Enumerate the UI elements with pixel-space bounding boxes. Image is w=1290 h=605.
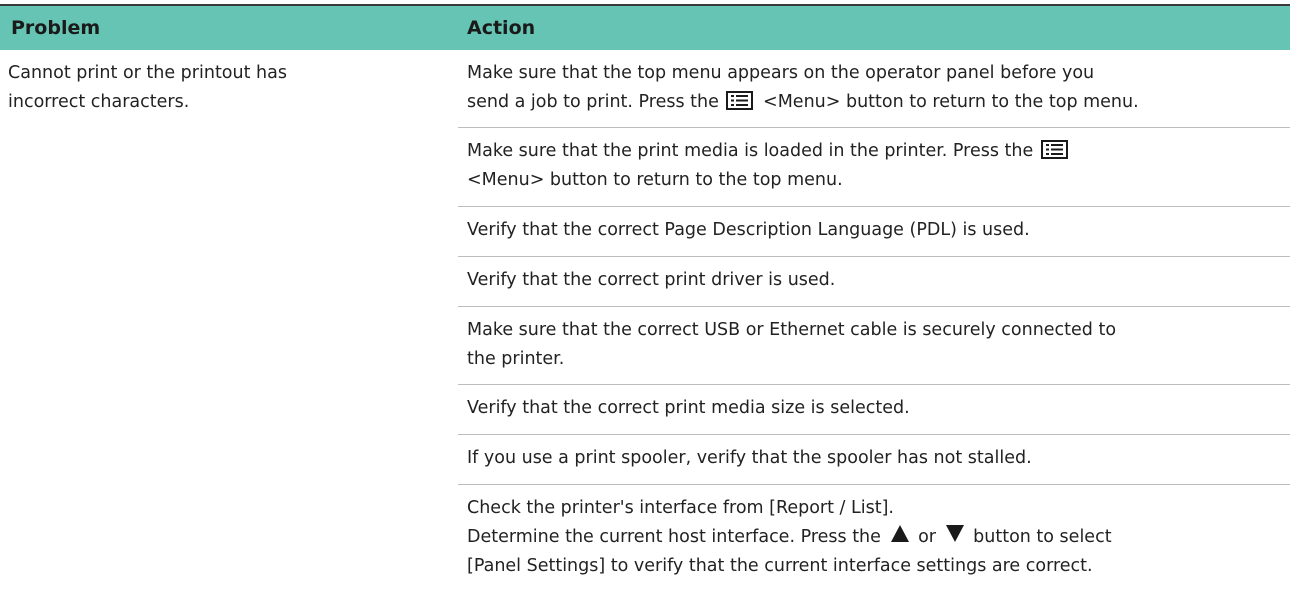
problem-text-line: Cannot print or the printout has bbox=[8, 63, 287, 83]
action-text-line: Make sure that the print media is loaded… bbox=[467, 137, 1282, 166]
action-text: [Panel Settings] to verify that the curr… bbox=[467, 556, 1093, 576]
action-text: <Menu> button to return to the top menu. bbox=[763, 92, 1139, 112]
action-text: Verify that the correct print media size… bbox=[467, 398, 910, 418]
action-text: If you use a print spooler, verify that … bbox=[467, 448, 1032, 468]
action-text: Make sure that the correct USB or Ethern… bbox=[467, 320, 1117, 340]
action-cell: Verify that the correct print media size… bbox=[458, 384, 1290, 435]
up-arrow-icon bbox=[890, 525, 909, 542]
action-text: send a job to print. Press the bbox=[467, 92, 719, 112]
action-cell: If you use a print spooler, verify that … bbox=[458, 434, 1290, 485]
action-text: <Menu> button to return to the top menu. bbox=[467, 170, 843, 190]
action-text: Determine the current host interface. Pr… bbox=[467, 527, 881, 547]
action-cell: Make sure that the print media is loaded… bbox=[458, 127, 1290, 207]
action-text-line: send a job to print. Press the <Menu> bu… bbox=[467, 88, 1282, 117]
header-action: Action bbox=[458, 6, 1290, 50]
table-row: Cannot print or the printout has incorre… bbox=[0, 50, 1290, 128]
action-text: Check the printer's interface from [Repo… bbox=[467, 498, 894, 518]
action-cell: Make sure that the correct USB or Ethern… bbox=[458, 306, 1290, 385]
action-cell: Verify that the correct Page Description… bbox=[458, 206, 1290, 257]
action-cell: Make sure that the top menu appears on t… bbox=[458, 50, 1290, 128]
troubleshooting-table: Problem Action Cannot print or the print… bbox=[0, 6, 1290, 587]
action-cell: Verify that the correct print driver is … bbox=[458, 256, 1290, 307]
menu-button-icon bbox=[1040, 140, 1068, 159]
action-text: button to select bbox=[973, 527, 1112, 547]
problem-cell: Cannot print or the printout has incorre… bbox=[0, 50, 458, 587]
action-text: Make sure that the print media is loaded… bbox=[467, 141, 1034, 161]
problem-text-line: incorrect characters. bbox=[8, 92, 190, 112]
table-header-row: Problem Action bbox=[0, 6, 1290, 50]
action-text: Make sure that the top menu appears on t… bbox=[467, 63, 1095, 83]
action-text: the printer. bbox=[467, 349, 565, 369]
down-arrow-icon bbox=[945, 525, 964, 542]
action-cell: Check the printer's interface from [Repo… bbox=[458, 485, 1290, 588]
action-text: Verify that the correct print driver is … bbox=[467, 270, 836, 290]
menu-button-icon bbox=[726, 91, 754, 110]
action-text-line: Determine the current host interface. Pr… bbox=[467, 523, 1282, 552]
action-text: or bbox=[918, 527, 936, 547]
header-problem: Problem bbox=[0, 6, 458, 50]
action-text: Verify that the correct Page Description… bbox=[467, 220, 1030, 240]
